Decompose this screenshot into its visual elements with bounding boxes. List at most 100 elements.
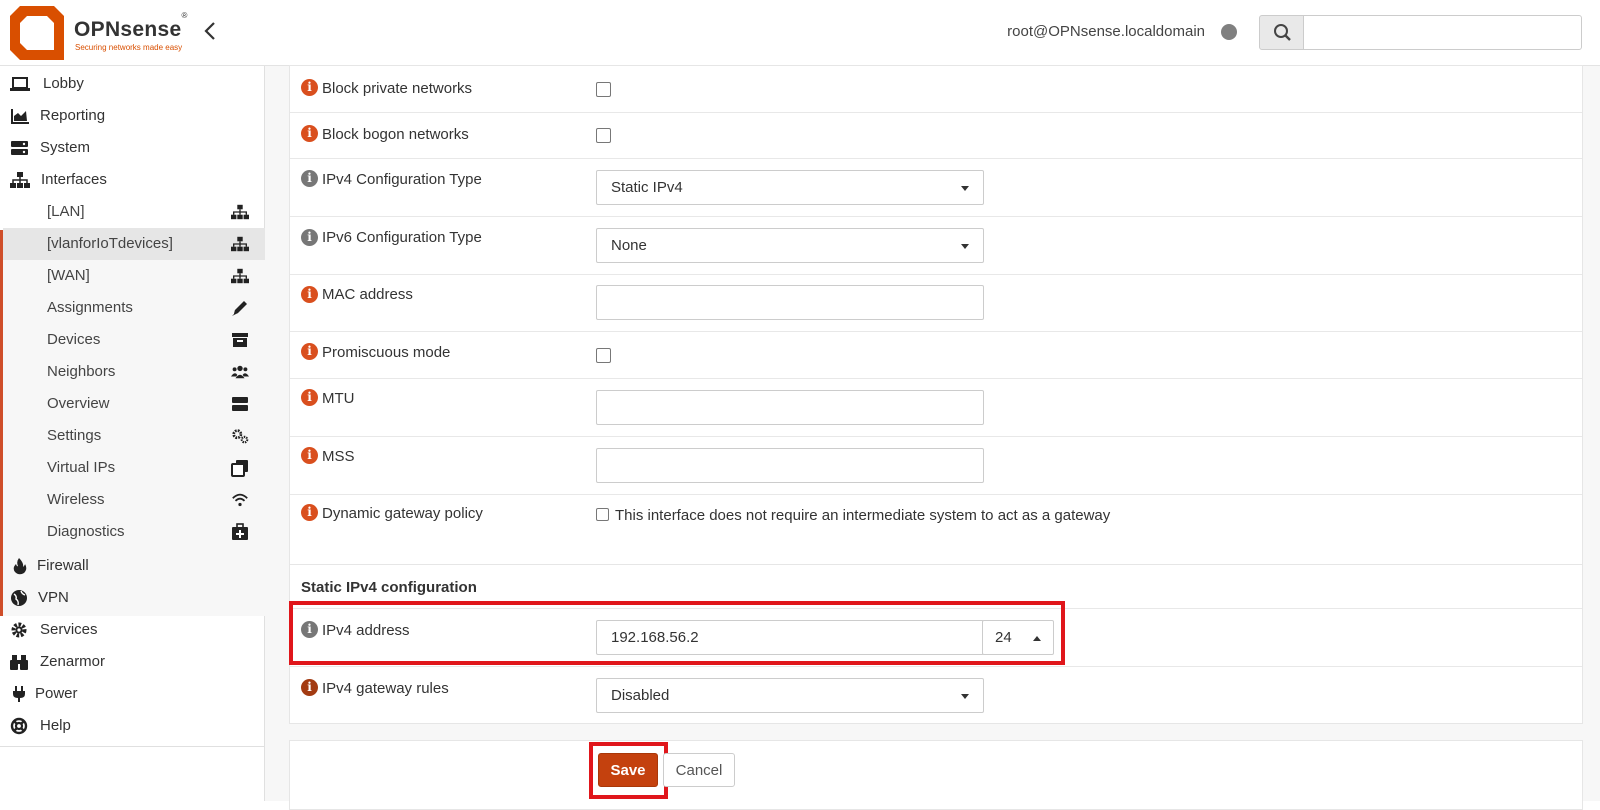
- field-label: Block bogon networks: [322, 126, 469, 143]
- archive-icon: [232, 333, 248, 347]
- mss-input[interactable]: [596, 448, 984, 483]
- user-menu[interactable]: root@OPNsense.localdomain: [1007, 23, 1205, 40]
- main-content: i Block private networks i Block bogon n…: [265, 65, 1600, 810]
- dynamic-gateway-checkbox-label: This interface does not require an inter…: [615, 507, 1111, 524]
- cogs-icon: [232, 429, 249, 444]
- cancel-button[interactable]: Cancel: [663, 753, 735, 787]
- info-icon[interactable]: i: [301, 447, 318, 464]
- block-bogon-checkbox[interactable]: [596, 128, 611, 143]
- server-icon: [11, 141, 28, 155]
- row-ipv4-gateway-rules: i IPv4 gateway rules Disabled: [290, 667, 1582, 725]
- search-button[interactable]: [1259, 15, 1304, 50]
- server-icon: [232, 397, 248, 411]
- ipv4-gateway-rules-select[interactable]: Disabled: [596, 678, 984, 713]
- promiscuous-mode-checkbox[interactable]: [596, 348, 611, 363]
- select-value: Static IPv4: [611, 179, 683, 196]
- info-icon[interactable]: i: [301, 79, 318, 96]
- sidebar-subitem-settings[interactable]: Settings: [3, 420, 265, 452]
- sidebar-subitem-label: Devices: [47, 331, 101, 348]
- row-promiscuous-mode: i Promiscuous mode: [290, 332, 1582, 379]
- sidebar-subitem-label: Diagnostics: [47, 523, 125, 540]
- sidebar-subitem-wireless[interactable]: Wireless: [3, 484, 265, 516]
- brand-name[interactable]: OPNsense®: [74, 11, 188, 42]
- block-private-checkbox[interactable]: [596, 82, 611, 97]
- sidebar-item-label: Firewall: [37, 557, 89, 574]
- sidebar-subitem-virtual-ips[interactable]: Virtual IPs: [3, 452, 265, 484]
- info-icon[interactable]: i: [301, 286, 318, 303]
- row-block-private: i Block private networks: [290, 66, 1582, 113]
- plug-icon: [13, 686, 25, 702]
- sidebar-item-help[interactable]: Help: [0, 710, 265, 742]
- sidebar-item-vpn[interactable]: VPN: [0, 582, 265, 614]
- info-icon[interactable]: i: [301, 125, 318, 142]
- dynamic-gateway-checkbox[interactable]: [596, 508, 609, 521]
- search-icon: [1274, 24, 1291, 41]
- field-label: Block private networks: [322, 80, 473, 97]
- sidebar-item-system[interactable]: System: [0, 132, 265, 164]
- sidebar-item-firewall[interactable]: Firewall: [0, 550, 265, 582]
- sidebar-item-interfaces[interactable]: Interfaces: [0, 164, 265, 196]
- life-ring-icon: [10, 717, 28, 735]
- row-ipv6-config-type: i IPv6 Configuration Type None: [290, 217, 1582, 275]
- sidebar-subitem-label: [LAN]: [47, 203, 85, 220]
- field-label: Promiscuous mode: [322, 344, 451, 361]
- area-chart-icon: [11, 109, 29, 124]
- sidebar-item-lobby[interactable]: Lobby: [0, 68, 265, 100]
- sidebar: Lobby Reporting System Interfaces [LAN] …: [0, 66, 265, 801]
- sidebar-item-label: Help: [40, 717, 71, 734]
- mac-address-input[interactable]: [596, 285, 984, 320]
- field-label: MTU: [322, 390, 355, 407]
- info-icon[interactable]: i: [301, 229, 318, 246]
- sidebar-item-label: VPN: [38, 589, 69, 606]
- binoculars-icon: [10, 655, 28, 670]
- save-button[interactable]: Save: [598, 753, 658, 787]
- sitemap-icon: [231, 204, 249, 220]
- row-dynamic-gateway-policy: i Dynamic gateway policy This interface …: [290, 495, 1582, 542]
- laptop-icon: [10, 77, 30, 91]
- field-label: MSS: [322, 448, 355, 465]
- sidebar-subitem-label: [vlanforIoTdevices]: [47, 235, 173, 252]
- info-icon[interactable]: i: [301, 679, 318, 696]
- info-icon[interactable]: i: [301, 343, 318, 360]
- ipv6-config-type-select[interactable]: None: [596, 228, 984, 263]
- search-input[interactable]: [1303, 15, 1582, 50]
- medkit-icon: [232, 523, 248, 540]
- clone-icon: [231, 460, 248, 477]
- info-icon[interactable]: i: [301, 389, 318, 406]
- sidebar-collapse-button[interactable]: [203, 20, 223, 46]
- row-mtu: i MTU: [290, 379, 1582, 437]
- sidebar-subitem-label: [WAN]: [47, 267, 90, 284]
- brand-tagline: Securing networks made easy: [75, 43, 183, 52]
- status-indicator[interactable]: [1221, 24, 1237, 40]
- sidebar-subitem-label: Virtual IPs: [47, 459, 116, 476]
- sidebar-divider: [0, 746, 265, 747]
- sitemap-icon: [10, 172, 30, 188]
- sidebar-subitem-diagnostics[interactable]: Diagnostics: [3, 516, 265, 548]
- sidebar-item-zenarmor[interactable]: Zenarmor: [0, 646, 265, 678]
- sidebar-item-services[interactable]: Services: [0, 614, 265, 646]
- sidebar-subitem-wan[interactable]: [WAN]: [3, 260, 265, 292]
- sidebar-subitem-lan[interactable]: [LAN]: [3, 196, 265, 228]
- field-label: Dynamic gateway policy: [322, 505, 483, 522]
- row-block-bogon: i Block bogon networks: [290, 113, 1582, 159]
- mtu-input[interactable]: [596, 390, 984, 425]
- cog-icon: [11, 622, 27, 638]
- sidebar-subitem-vlanforiotdevices[interactable]: [vlanforIoTdevices]: [3, 228, 265, 260]
- info-icon[interactable]: i: [301, 170, 318, 187]
- sidebar-subitem-overview[interactable]: Overview: [3, 388, 265, 420]
- sidebar-subitem-label: Settings: [47, 427, 102, 444]
- fire-icon: [13, 558, 27, 575]
- general-config-panel: i Block private networks i Block bogon n…: [289, 65, 1583, 613]
- field-label: IPv4 gateway rules: [322, 680, 449, 697]
- select-value: Disabled: [611, 687, 670, 704]
- info-icon[interactable]: i: [301, 504, 318, 521]
- pencil-icon: [232, 301, 247, 316]
- sidebar-item-label: Services: [40, 621, 98, 638]
- sidebar-subitem-devices[interactable]: Devices: [3, 324, 265, 356]
- ipv4-config-type-select[interactable]: Static IPv4: [596, 170, 984, 205]
- sidebar-subitem-assignments[interactable]: Assignments: [3, 292, 265, 324]
- sidebar-item-reporting[interactable]: Reporting: [0, 100, 265, 132]
- sidebar-subitem-label: Overview: [47, 395, 110, 412]
- sidebar-item-power[interactable]: Power: [0, 678, 265, 710]
- sidebar-subitem-neighbors[interactable]: Neighbors: [3, 356, 265, 388]
